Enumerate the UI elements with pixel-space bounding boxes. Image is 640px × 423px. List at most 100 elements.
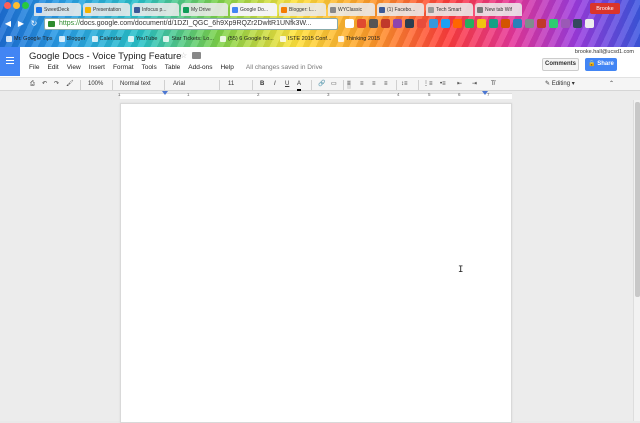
bookmark-item[interactable]: Calendar [91,36,122,42]
ruler-number: 4 [397,92,400,97]
profile-button[interactable]: Brooke [590,3,620,14]
line-spacing-icon[interactable]: ↕≡ [401,80,408,89]
clear-formatting-icon[interactable]: T̸ [491,80,495,89]
menu-item-view[interactable]: View [67,64,81,71]
link-icon[interactable]: 🔗 [318,80,325,89]
bold-button[interactable]: B [260,80,264,89]
bookmark-item[interactable]: Blogger [58,36,86,42]
bookmark-item[interactable]: Star Tickets: Lo... [163,36,214,42]
print-icon[interactable]: ⎙ [30,80,35,89]
browser-tab[interactable]: Blogger: L... [279,3,326,16]
extension-icon[interactable] [405,19,414,28]
document-page[interactable] [120,103,512,423]
bookmark-item[interactable]: ISTE 2015 Conf... [279,36,332,42]
forward-icon[interactable]: ▶ [16,19,26,29]
comment-icon[interactable]: ▭ [331,80,337,89]
address-bar[interactable]: https://docs.google.com/document/d/1DZI_… [44,18,338,30]
docs-logo-icon[interactable] [0,47,20,76]
align-left-icon[interactable]: ≡ [347,80,351,89]
collapse-icon[interactable]: ⌃ [609,80,614,89]
menu-icon[interactable] [585,19,594,28]
bookmark-item[interactable]: YouTube [127,36,158,42]
undo-icon[interactable]: ↶ [42,80,47,89]
comments-button[interactable]: Comments [542,58,579,71]
ruler-track [120,93,512,99]
extension-icon[interactable] [477,19,486,28]
redo-icon[interactable]: ↷ [54,80,59,89]
extension-icon[interactable] [513,19,522,28]
browser-tab[interactable]: My Drive [181,3,228,16]
menu-item-file[interactable]: File [29,64,39,71]
tab-label: Infocus p... [142,6,167,13]
extension-icon[interactable] [561,19,570,28]
font-size-select[interactable]: 11 [228,80,234,89]
star-icon[interactable]: ☆ [180,51,187,60]
browser-tab[interactable]: Tech Smart [426,3,473,16]
align-center-icon[interactable]: ≡ [360,80,364,89]
close-window-icon[interactable] [4,2,11,9]
extension-icon[interactable] [489,19,498,28]
decrease-indent-icon[interactable]: ⇤ [457,80,462,89]
extension-icon[interactable] [381,19,390,28]
bookmark-item[interactable]: (55) 6 Google for... [219,36,274,42]
browser-chrome: SweetDeck Presentation Infocus p... My Driv… [0,0,640,47]
extension-icon[interactable] [417,19,426,28]
folder-icon[interactable] [192,52,201,59]
editing-mode-select[interactable]: ✎ Editing ▾ [545,80,575,89]
menu-item-addons[interactable]: Add-ons [188,64,212,71]
zoom-select[interactable]: 100% [88,80,103,89]
extension-icon[interactable] [549,19,558,28]
align-justify-icon[interactable]: ≡ [384,80,388,89]
browser-tab[interactable]: SweetDeck [34,3,81,16]
document-title[interactable]: Google Docs - Voice Typing Feature [29,51,181,62]
extension-icon[interactable] [453,19,462,28]
bookmark-label: YouTube [135,36,158,42]
paint-format-icon[interactable]: 🖌 [66,80,74,89]
align-right-icon[interactable]: ≡ [372,80,376,89]
maximize-window-icon[interactable] [22,2,29,9]
reload-icon[interactable]: ↻ [29,19,39,29]
browser-tab[interactable]: New tab Wif [475,3,522,16]
extension-icon[interactable] [345,19,354,28]
extension-icon[interactable] [429,19,438,28]
user-email[interactable]: brooke.hall@ucsd1.com [575,49,634,55]
minimize-window-icon[interactable] [13,2,20,9]
underline-button[interactable]: U [285,80,289,89]
lock-icon [48,21,55,27]
menu-item-help[interactable]: Help [220,64,233,71]
menu-item-tools[interactable]: Tools [142,64,157,71]
increase-indent-icon[interactable]: ⇥ [472,80,477,89]
bulleted-list-icon[interactable]: •≡ [440,80,446,89]
extension-icon[interactable] [393,19,402,28]
italic-button[interactable]: I [274,80,276,89]
bookmark-item[interactable]: Mr. Google Tips [6,36,53,42]
text-color-button[interactable]: A [297,80,302,91]
browser-tab[interactable]: Presentation [83,3,130,16]
menu-item-format[interactable]: Format [113,64,134,71]
save-status[interactable]: All changes saved in Drive [246,64,323,71]
font-select[interactable]: Arial [173,80,185,89]
browser-tab[interactable]: (1) Facebo... [377,3,424,16]
extension-icon[interactable] [465,19,474,28]
left-indent-marker[interactable] [162,91,168,95]
menu-item-insert[interactable]: Insert [89,64,105,71]
extension-icon[interactable] [573,19,582,28]
bookmark-item[interactable]: Thinking 2015 [337,36,380,42]
extension-icon[interactable] [537,19,546,28]
vertical-scrollbar[interactable] [633,100,640,421]
extension-icon[interactable] [501,19,510,28]
scrollbar-thumb[interactable] [635,102,640,297]
browser-tab[interactable]: WYClassic [328,3,375,16]
extension-icon[interactable] [441,19,450,28]
extension-icon[interactable] [369,19,378,28]
style-select[interactable]: Normal text [120,80,151,89]
share-button[interactable]: 🔒 Share [585,58,617,71]
extension-icon[interactable] [525,19,534,28]
extension-icon[interactable] [357,19,366,28]
menu-item-edit[interactable]: Edit [47,64,58,71]
menu-item-table[interactable]: Table [165,64,181,71]
browser-tab[interactable]: Infocus p... [132,3,179,16]
back-icon[interactable]: ◀ [3,19,13,29]
numbered-list-icon[interactable]: ⋮≡ [423,80,433,89]
browser-tab[interactable]: Google Do... [230,3,277,16]
